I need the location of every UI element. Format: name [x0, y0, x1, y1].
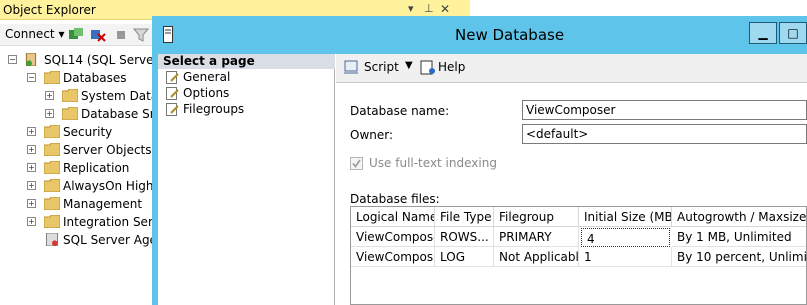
column-header-logical-name[interactable]: Logical Name	[351, 207, 435, 227]
tree-label: Server Objects	[63, 143, 152, 157]
object-explorer-title: Object Explorer	[3, 3, 96, 17]
tree-item-server[interactable]: − SQL14 (SQL Server 12	[8, 52, 178, 70]
database-name-label: Database name:	[350, 104, 450, 118]
owner-label: Owner:	[350, 128, 394, 142]
tree-item-databases[interactable]: − Databases	[27, 70, 157, 88]
table-cell-filegroup[interactable]: PRIMARY	[494, 227, 579, 247]
page-label: Filegroups	[183, 102, 245, 116]
disconnect-icon[interactable]	[90, 27, 106, 42]
owner-input[interactable]	[522, 124, 807, 144]
table-cell-logical-name[interactable]: ViewCompos...	[351, 247, 435, 267]
database-files-label: Database files:	[350, 192, 440, 206]
tree-item-sql-server-agent[interactable]: SQL Server Agent	[27, 232, 169, 250]
checkbox-icon	[350, 157, 363, 170]
expand-icon[interactable]: +	[27, 199, 36, 208]
general-page-pane: Script ▼ Help Database name: Owner: Use	[336, 54, 807, 305]
help-icon	[420, 60, 435, 75]
folder-icon	[44, 161, 60, 174]
table-cell-filegroup[interactable]: Not Applicable	[494, 247, 579, 267]
folder-icon	[44, 215, 60, 228]
page-label: General	[183, 70, 231, 84]
folder-icon	[44, 179, 60, 192]
dialog-title-bar[interactable]: New Database ▁ □	[152, 16, 807, 54]
expand-icon[interactable]: +	[27, 145, 36, 154]
help-label: Help	[438, 60, 466, 74]
database-files-grid: Logical Name File Type Filegroup Initial…	[350, 206, 807, 305]
page-label: Options	[183, 86, 230, 100]
tree-item-replication[interactable]: + Replication	[27, 160, 155, 178]
select-page-header: Select a page	[158, 54, 335, 69]
expand-icon[interactable]: +	[27, 163, 36, 172]
tree-label: Replication	[63, 161, 130, 175]
close-icon[interactable]: ✕	[440, 2, 450, 16]
folder-icon	[44, 143, 60, 156]
page-wrench-icon	[166, 87, 179, 100]
table-cell-initial-size[interactable]: 1	[579, 247, 672, 267]
connect-object-explorer-icon[interactable]	[68, 27, 84, 42]
script-label: Script	[364, 60, 399, 74]
database-name-input[interactable]	[522, 100, 807, 120]
connect-button[interactable]: Connect ▾	[5, 27, 64, 41]
tree-item-server-objects[interactable]: + Server Objects	[27, 142, 155, 160]
pin-icon[interactable]: ⊥	[424, 2, 434, 15]
dropdown-arrow-icon[interactable]: ▾	[408, 2, 414, 15]
tree-item-database-snapshots[interactable]: + Database Sna	[45, 106, 165, 124]
tree-item-integration-services[interactable]: + Integration Servic	[27, 214, 170, 232]
new-database-dialog: New Database ▁ □ Select a page General O…	[152, 16, 807, 305]
table-cell-logical-name[interactable]: ViewComposer	[351, 227, 435, 247]
table-cell-autogrowth[interactable]: By 10 percent, Unlimited	[672, 247, 806, 267]
folder-icon	[44, 71, 60, 84]
expand-icon[interactable]: +	[45, 91, 54, 100]
column-header-initial-size[interactable]: Initial Size (MB)	[579, 207, 672, 227]
connect-label: Connect	[5, 27, 55, 41]
tree-item-security[interactable]: + Security	[27, 124, 155, 142]
table-cell-autogrowth[interactable]: By 1 MB, Unlimited	[672, 227, 806, 247]
dialog-toolbar: Script ▼ Help	[336, 54, 807, 83]
column-header-filegroup[interactable]: Filegroup	[494, 207, 579, 227]
maximize-button[interactable]: □	[779, 22, 807, 44]
page-wrench-icon	[166, 103, 179, 116]
collapse-icon[interactable]: −	[27, 73, 36, 82]
tree-label: Security	[63, 125, 113, 139]
script-icon	[344, 60, 358, 74]
stop-icon[interactable]	[113, 27, 129, 42]
folder-icon	[44, 125, 60, 138]
expand-icon[interactable]: +	[45, 109, 54, 118]
dialog-title: New Database	[455, 26, 565, 44]
database-app-icon	[163, 26, 173, 43]
tree-item-management[interactable]: + Management	[27, 196, 155, 214]
minimize-button[interactable]: ▁	[749, 22, 777, 44]
tree-item-system-databases[interactable]: + System Datab	[45, 88, 166, 106]
tree-label: AlwaysOn High A	[63, 179, 166, 193]
page-selector-pane: Select a page General Options Filegroups	[158, 54, 335, 305]
page-wrench-icon	[166, 71, 179, 84]
fulltext-indexing-label: Use full-text indexing	[369, 156, 497, 170]
page-options[interactable]: Options	[166, 86, 326, 102]
table-cell-file-type[interactable]: LOG	[435, 247, 494, 267]
page-filegroups[interactable]: Filegroups	[166, 102, 326, 118]
tree-label: Management	[63, 197, 143, 211]
dialog-body: Select a page General Options Filegroups	[158, 54, 807, 305]
script-dropdown-arrow-icon[interactable]: ▼	[405, 60, 413, 71]
folder-icon	[44, 197, 60, 210]
filter-icon[interactable]	[133, 27, 149, 42]
page-general[interactable]: General	[166, 70, 326, 86]
column-header-autogrowth[interactable]: Autogrowth / Maxsize	[672, 207, 806, 227]
collapse-icon[interactable]: −	[8, 55, 17, 64]
tree-label: Databases	[63, 71, 127, 85]
tree-item-alwayson[interactable]: + AlwaysOn High A	[27, 178, 166, 196]
folder-icon	[62, 89, 78, 102]
table-cell-file-type[interactable]: ROWS...	[435, 227, 494, 247]
server-icon	[25, 53, 37, 66]
expand-icon[interactable]: +	[27, 217, 36, 226]
column-header-file-type[interactable]: File Type	[435, 207, 494, 227]
table-cell-initial-size[interactable]: 4	[581, 228, 670, 247]
agent-icon	[45, 233, 59, 246]
expand-icon[interactable]: +	[27, 181, 36, 190]
folder-icon	[62, 107, 78, 120]
expand-icon[interactable]: +	[27, 127, 36, 136]
